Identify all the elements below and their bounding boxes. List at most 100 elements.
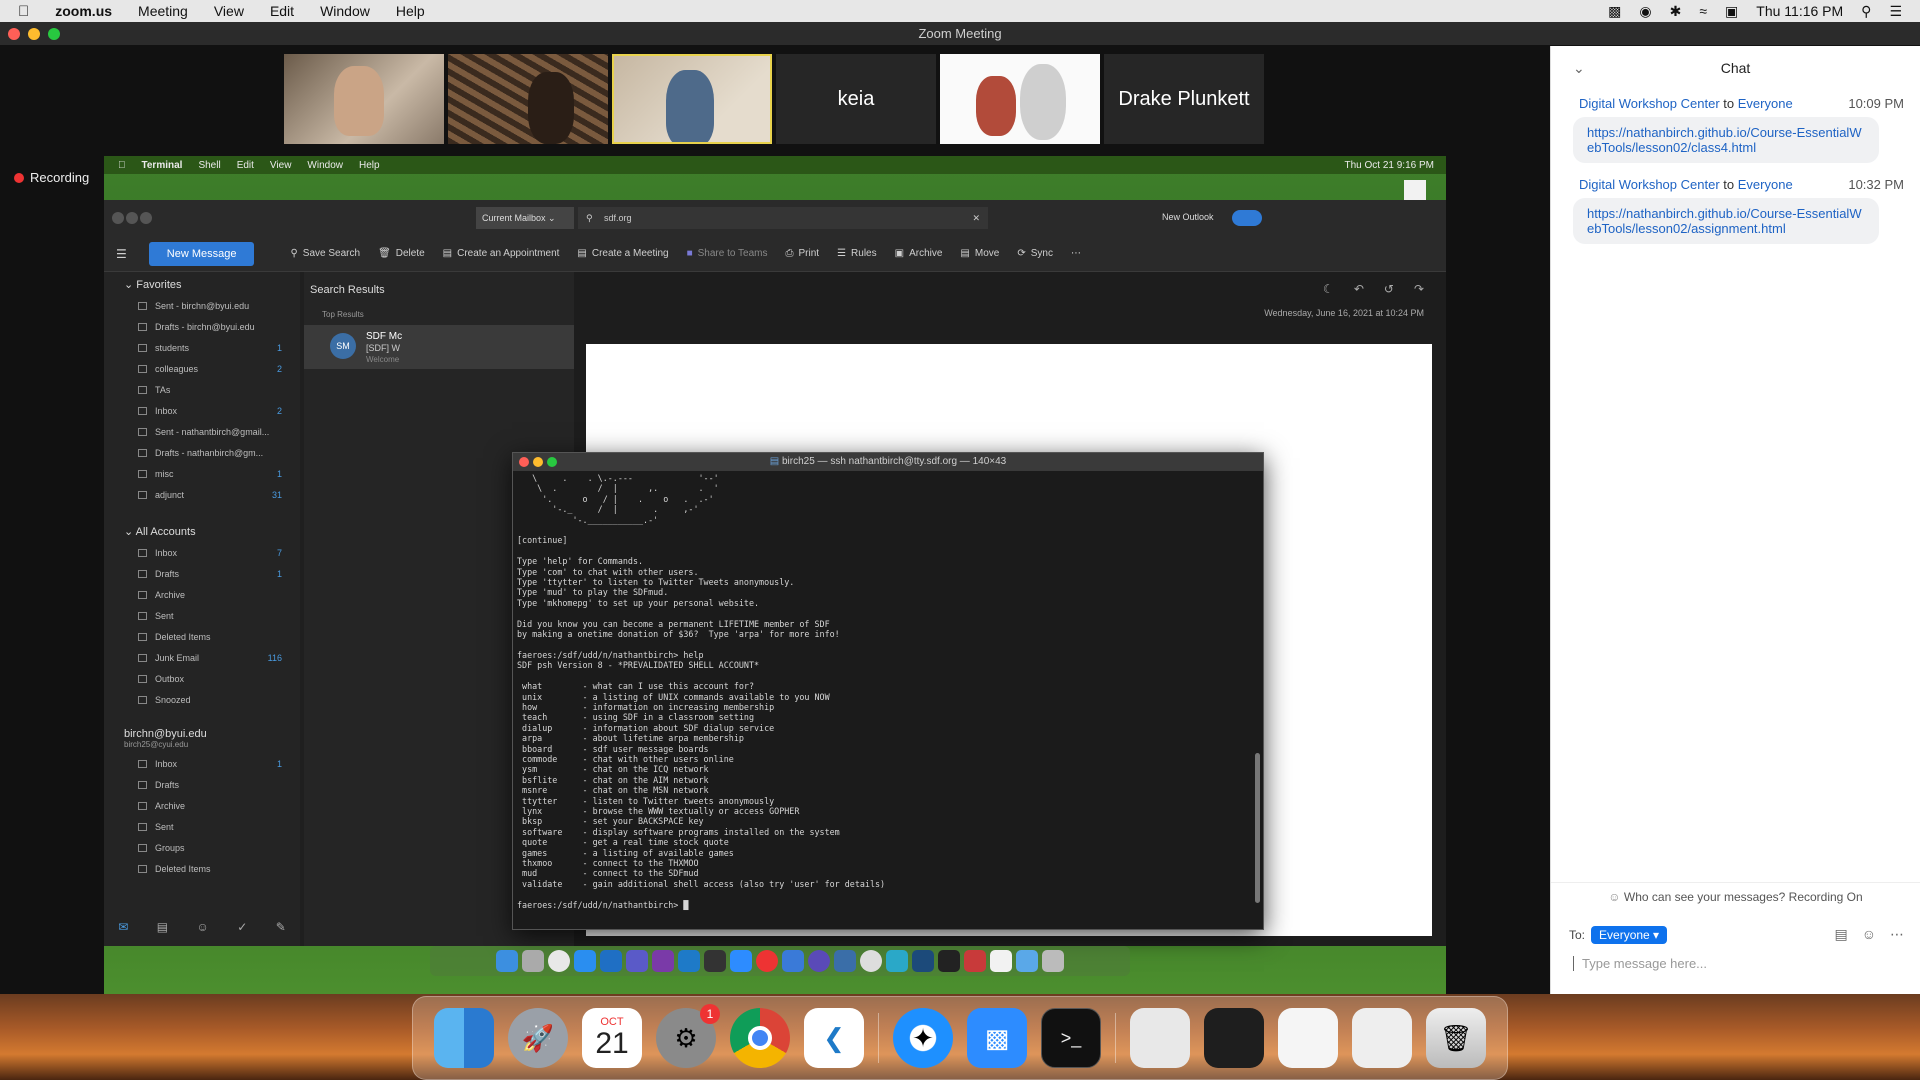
- minimize-window-button[interactable]: [28, 28, 40, 40]
- folder-item[interactable]: Sent - nathantbirch@gmail...: [104, 421, 300, 442]
- delete-button[interactable]: 🗑 Delete: [378, 248, 425, 259]
- chrome-icon[interactable]: [730, 1008, 790, 1068]
- chat-link[interactable]: https://nathanbirch.github.io/Course-Ess…: [1573, 198, 1879, 244]
- more-options-icon[interactable]: ⋯: [1071, 248, 1081, 259]
- chat-visibility-note[interactable]: ☺ Who can see your messages? Recording O…: [1551, 890, 1920, 904]
- search-input[interactable]: ⚲ sdf.org ✕: [578, 207, 988, 229]
- forward-icon[interactable]: ↷: [1414, 282, 1424, 296]
- favorites-header[interactable]: ⌄ Favorites: [104, 272, 300, 291]
- emoji-icon[interactable]: ☺: [1862, 926, 1876, 943]
- minimized-window-thumbnail[interactable]: [1204, 1008, 1264, 1068]
- minimized-window-thumbnail[interactable]: [1130, 1008, 1190, 1068]
- zoom-window-button[interactable]: [48, 28, 60, 40]
- participant-tile[interactable]: Drake Plunkett: [1104, 54, 1264, 144]
- new-outlook-toggle[interactable]: [1232, 210, 1262, 226]
- system-preferences-icon[interactable]: ⚙ 1: [656, 1004, 720, 1068]
- folder-item[interactable]: Snoozed: [104, 689, 300, 710]
- participant-tile[interactable]: keia: [776, 54, 936, 144]
- folder-item[interactable]: Sent: [104, 816, 300, 837]
- terminal-output[interactable]: \ . . \.-.--- '--' \ . / | ,. . ' '. o /…: [517, 473, 1251, 925]
- folder-item[interactable]: Drafts - birchn@byui.edu: [104, 316, 300, 337]
- collapse-chevron-icon[interactable]: ⌄: [1573, 46, 1585, 90]
- menu-view[interactable]: View: [214, 3, 244, 19]
- participant-tile-active[interactable]: [612, 54, 772, 144]
- terminal-close-button[interactable]: [519, 457, 529, 467]
- chat-message-input[interactable]: Type message here...: [1573, 956, 1707, 971]
- recording-indicator[interactable]: Recording: [14, 170, 89, 185]
- move-button[interactable]: ▤ Move: [960, 248, 999, 259]
- terminal-minimize-button[interactable]: [533, 457, 543, 467]
- safari-icon[interactable]: ✦: [893, 1008, 953, 1068]
- folder-item[interactable]: Drafts - nathanbirch@gm...: [104, 442, 300, 463]
- launchpad-icon[interactable]: 🚀: [508, 1008, 568, 1068]
- apple-icon[interactable]: : [18, 3, 29, 20]
- all-accounts-header[interactable]: ⌄ All Accounts: [104, 519, 300, 538]
- menu-app-name[interactable]: zoom.us: [55, 3, 112, 19]
- chat-sender[interactable]: Digital Workshop Center: [1579, 177, 1720, 192]
- folder-item[interactable]: Junk Email 116: [104, 647, 300, 668]
- folder-item[interactable]: students 1: [104, 337, 300, 358]
- archive-button[interactable]: ▣ Archive: [895, 248, 943, 259]
- print-button[interactable]: ⎙ Print: [786, 248, 820, 259]
- folder-item[interactable]: TAs: [104, 379, 300, 400]
- terminal-scrollbar[interactable]: [1255, 753, 1260, 903]
- reply-icon[interactable]: ↶: [1354, 282, 1364, 296]
- tasks-icon[interactable]: ✓: [237, 920, 247, 934]
- shared-screen[interactable]:  Terminal Shell Edit View Window Help T…: [104, 156, 1446, 994]
- mail-icon[interactable]: ✉: [118, 920, 128, 934]
- menu-help[interactable]: Help: [396, 3, 425, 19]
- folder-item[interactable]: misc 1: [104, 463, 300, 484]
- menu-meeting[interactable]: Meeting: [138, 3, 188, 19]
- file-icon[interactable]: ▤: [1834, 926, 1847, 943]
- reply-all-icon[interactable]: ↺: [1384, 282, 1394, 296]
- folder-item[interactable]: Drafts: [104, 774, 300, 795]
- account-header[interactable]: birchn@byui.edu birch25@cyui.edu: [104, 728, 300, 749]
- trash-icon[interactable]: 🗑: [1426, 1008, 1486, 1068]
- people-icon[interactable]: ☺: [197, 920, 209, 934]
- zoom-status-icon[interactable]: ▩: [1608, 3, 1621, 20]
- rules-button[interactable]: ☰ Rules: [837, 248, 877, 259]
- sync-button[interactable]: ⟳ Sync: [1017, 248, 1053, 259]
- share-to-teams-button[interactable]: ■ Share to Teams: [687, 248, 768, 259]
- snooze-icon[interactable]: ☾: [1323, 282, 1334, 296]
- folder-item[interactable]: Sent: [104, 605, 300, 626]
- vscode-icon[interactable]: ❮: [804, 1008, 864, 1068]
- create-appointment-button[interactable]: ▤ Create an Appointment: [443, 248, 560, 259]
- folder-item[interactable]: Deleted Items: [104, 858, 300, 879]
- menu-window[interactable]: Window: [320, 3, 370, 19]
- finder-icon[interactable]: [434, 1008, 494, 1068]
- wifi-icon[interactable]: ≈: [1699, 3, 1707, 19]
- save-search-button[interactable]: ⚲ Save Search: [290, 248, 360, 259]
- spotlight-icon[interactable]: ⚲: [1861, 3, 1871, 20]
- notes-icon[interactable]: ✎: [276, 920, 286, 934]
- minimized-window-thumbnail[interactable]: [1352, 1008, 1412, 1068]
- terminal-app-icon[interactable]: >_: [1041, 1008, 1101, 1068]
- folder-item[interactable]: colleagues 2: [104, 358, 300, 379]
- terminal-window[interactable]: ▤ birch25 — ssh nathantbirch@tty.sdf.org…: [512, 452, 1264, 930]
- new-message-button[interactable]: New Message: [148, 241, 255, 266]
- folder-item[interactable]: Sent - birchn@byui.edu: [104, 295, 300, 316]
- mailbox-selector[interactable]: Current Mailbox ⌄: [476, 207, 574, 229]
- zoom-app-icon[interactable]: ▩: [967, 1008, 1027, 1068]
- participant-tile[interactable]: [448, 54, 608, 144]
- bluetooth-icon[interactable]: ✱: [1670, 3, 1682, 20]
- list-item[interactable]: SM SDF Mc [SDF] W Welcome: [304, 325, 574, 369]
- folder-item[interactable]: Deleted Items: [104, 626, 300, 647]
- folder-item[interactable]: Inbox 1: [104, 753, 300, 774]
- folder-item[interactable]: adjunct 31: [104, 484, 300, 505]
- folder-item[interactable]: Drafts 1: [104, 563, 300, 584]
- control-center-icon[interactable]: ☰: [1889, 3, 1902, 20]
- hamburger-icon[interactable]: ☰: [116, 247, 127, 261]
- folder-item[interactable]: Archive: [104, 584, 300, 605]
- minimized-window-thumbnail[interactable]: [1278, 1008, 1338, 1068]
- calendar-icon[interactable]: OCT 21: [582, 1008, 642, 1068]
- recipient-dropdown[interactable]: Everyone ▾: [1591, 926, 1668, 944]
- participant-tile[interactable]: [940, 54, 1100, 144]
- menubar-clock[interactable]: Thu 11:16 PM: [1756, 3, 1843, 19]
- create-meeting-button[interactable]: ▤ Create a Meeting: [577, 248, 668, 259]
- calendar-icon[interactable]: ▤: [157, 920, 168, 934]
- close-window-button[interactable]: [8, 28, 20, 40]
- menu-edit[interactable]: Edit: [270, 3, 294, 19]
- terminal-zoom-button[interactable]: [547, 457, 557, 467]
- folder-item[interactable]: Groups: [104, 837, 300, 858]
